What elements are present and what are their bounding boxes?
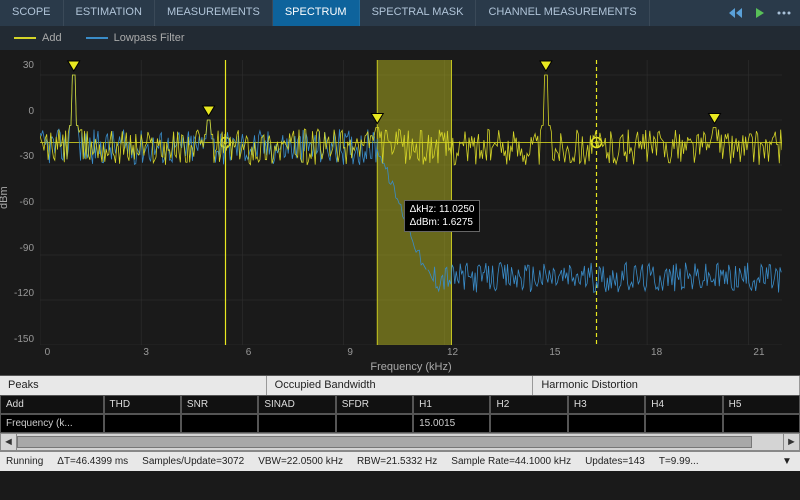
status-rate: Sample Rate=44.1000 kHz [451,456,571,467]
xtick: 21 [753,347,764,358]
table-row: Frequency (k... 15.0015 [0,414,800,433]
cell-h5 [723,414,800,433]
cell-h1: 15.0015 [413,414,490,433]
cell-h2 [490,414,567,433]
col-h4[interactable]: H4 [645,395,722,414]
legend-label-lp: Lowpass Filter [114,32,185,44]
col-thd[interactable]: THD [104,395,181,414]
cell-h4 [645,414,722,433]
cell-sinad [258,414,335,433]
spectrum-plot[interactable]: ΔkHz: 11.0250 ΔdBm: 1.6275 [40,50,782,375]
tab-estimation[interactable]: ESTIMATION [64,0,155,26]
tab-controls [720,0,800,26]
legend-label-add: Add [42,32,62,44]
ytick: -90 [20,243,34,254]
ytick: 30 [23,60,34,71]
cell-snr [181,414,258,433]
tab-bar: SCOPE ESTIMATION MEASUREMENTS SPECTRUM S… [0,0,800,26]
tab-channel-measurements[interactable]: CHANNEL MEASUREMENTS [476,0,649,26]
section-occupied-bw[interactable]: Occupied Bandwidth [267,376,534,395]
scroll-track[interactable] [17,434,783,450]
tab-spectrum[interactable]: SPECTRUM [273,0,360,26]
legend-item-add[interactable]: Add [14,32,62,44]
y-axis: 30 0 -30 -60 -90 -120 -150 [0,50,40,375]
cursor-delta-readout: ΔkHz: 11.0250 ΔdBm: 1.6275 [404,200,481,232]
xtick: 12 [447,347,458,358]
rewind-icon[interactable] [728,5,744,21]
ytick: 0 [28,106,34,117]
section-peaks[interactable]: Peaks [0,376,267,395]
col-add[interactable]: Add [0,395,104,414]
section-headers: Peaks Occupied Bandwidth Harmonic Distor… [0,375,800,395]
ytick: -120 [14,288,34,299]
ytick: -150 [14,334,34,345]
section-harmonic[interactable]: Harmonic Distortion [533,376,800,395]
ytick: -60 [20,197,34,208]
status-t: T=9.99... [659,456,699,467]
xtick: 15 [549,347,560,358]
legend: Add Lowpass Filter [0,26,800,50]
col-sfdr[interactable]: SFDR [336,395,413,414]
xtick: 3 [143,347,149,358]
cell-sfdr [336,414,413,433]
xtick: 6 [246,347,252,358]
scroll-right-icon[interactable]: ► [783,434,799,450]
play-icon[interactable] [752,5,768,21]
xtick: 0 [45,347,51,358]
status-upd: Updates=143 [585,456,645,467]
col-h1[interactable]: H1 [413,395,490,414]
status-running: Running [6,456,43,467]
cell-h3 [568,414,645,433]
status-bar: Running ΔT=46.4399 ms Samples/Update=307… [0,451,800,471]
table-header-row: Add THD SNR SINAD SFDR H1 H2 H3 H4 H5 [0,395,800,414]
status-rbw: RBW=21.5332 Hz [357,456,437,467]
status-dropdown-icon[interactable]: ▼ [780,455,794,469]
measurements-table: Add THD SNR SINAD SFDR H1 H2 H3 H4 H5 Fr… [0,395,800,433]
tab-scope[interactable]: SCOPE [0,0,64,26]
tab-spectral-mask[interactable]: SPECTRAL MASK [360,0,477,26]
col-sinad[interactable]: SINAD [258,395,335,414]
x-axis-label: Frequency (kHz) [370,361,451,373]
plot-area: dBm 30 0 -30 -60 -90 -120 -150 ΔkHz: 11.… [0,50,800,375]
row-label: Frequency (k... [0,414,104,433]
scroll-thumb[interactable] [17,436,752,448]
col-snr[interactable]: SNR [181,395,258,414]
xtick: 18 [651,347,662,358]
xtick: 9 [347,347,353,358]
status-dt: ΔT=46.4399 ms [57,456,128,467]
x-axis: 0 3 6 9 12 15 18 21 Frequency (kHz) [40,345,782,375]
tab-measurements[interactable]: MEASUREMENTS [155,0,273,26]
more-icon[interactable] [776,5,792,21]
horizontal-scrollbar[interactable]: ◄ ► [0,433,800,451]
scroll-left-icon[interactable]: ◄ [1,434,17,450]
status-vbw: VBW=22.0500 kHz [258,456,343,467]
legend-swatch-lp [86,37,108,39]
col-h2[interactable]: H2 [490,395,567,414]
legend-item-lp[interactable]: Lowpass Filter [86,32,185,44]
col-h3[interactable]: H3 [568,395,645,414]
col-h5[interactable]: H5 [723,395,800,414]
ytick: -30 [20,151,34,162]
legend-swatch-add [14,37,36,39]
status-spu: Samples/Update=3072 [142,456,244,467]
cell-thd [104,414,181,433]
